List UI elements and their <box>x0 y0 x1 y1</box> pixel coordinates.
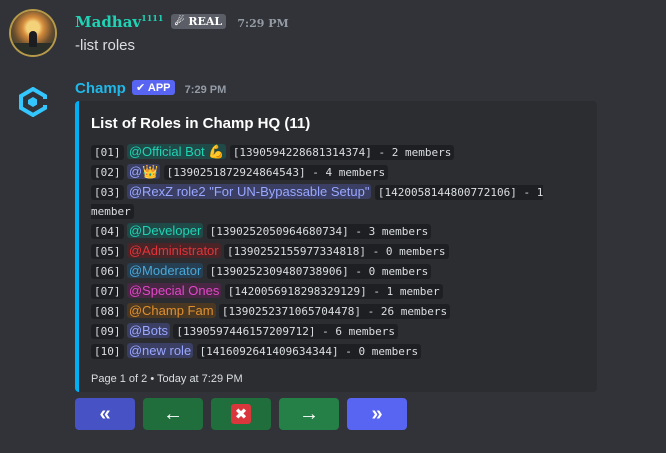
role-row: [03] @RexZ role2 "For UN-Bypassable Setu… <box>91 182 585 221</box>
close-icon: ✖ <box>231 404 251 424</box>
role-id-count: [1390594228681314374] - 2 members <box>229 145 455 160</box>
role-index: [07] <box>91 284 124 299</box>
message-text: -list roles <box>75 37 136 54</box>
role-row: [05] @Administrator [1390252155977334818… <box>91 241 585 261</box>
role-row: [10] @new role [1416092641409634344] - 0… <box>91 341 585 361</box>
role-index: [05] <box>91 244 124 259</box>
role-mention[interactable]: @Administrator <box>126 243 221 258</box>
real-badge: ☄ REAL <box>170 14 227 29</box>
role-id-count: [1390252371065704478] - 26 members <box>218 304 451 319</box>
role-index: [09] <box>91 324 124 339</box>
role-id-count: [1390252050964680734] - 3 members <box>206 224 432 239</box>
role-index: [10] <box>91 344 124 359</box>
role-id-count: [1390252155977334818] - 0 members <box>223 244 449 259</box>
role-mention[interactable]: @Official Bot 💪 <box>126 144 227 159</box>
role-mention[interactable]: @RexZ role2 "For UN-Bypassable Setup" <box>126 184 372 199</box>
username-text[interactable]: Madhav <box>75 13 141 31</box>
role-mention[interactable]: @Bots <box>126 323 171 338</box>
role-id-count: [1390252309480738906] - 0 members <box>206 264 432 279</box>
close-button[interactable]: ✖ <box>211 398 271 430</box>
bot-avatar[interactable] <box>11 80 55 124</box>
username[interactable]: Madhav1111 ☄ REAL 7:29 PM <box>75 13 289 31</box>
app-badge: ✔ APP <box>132 80 175 95</box>
timestamp: 7:29 PM <box>237 17 289 30</box>
prev-page-button[interactable]: ← <box>143 398 203 430</box>
pagination-buttons: «← ✖ →» <box>75 398 407 430</box>
role-index: [03] <box>91 185 124 200</box>
embed-title: List of Roles in Champ HQ (11) <box>91 115 311 132</box>
bot-username[interactable]: Champ ✔ APP 7:29 PM <box>75 80 226 97</box>
role-row: [07] @Special Ones [1420056918298329129]… <box>91 281 585 301</box>
role-index: [08] <box>91 304 124 319</box>
bot-username-text[interactable]: Champ <box>75 80 126 97</box>
role-mention[interactable]: @👑 <box>126 164 161 179</box>
first-page-button[interactable]: « <box>75 398 135 430</box>
role-row: [04] @Developer [1390252050964680734] - … <box>91 221 585 241</box>
role-id-count: [1416092641409634344] - 0 members <box>196 344 422 359</box>
role-index: [04] <box>91 224 124 239</box>
timestamp: 7:29 PM <box>184 84 227 96</box>
champ-logo-icon <box>19 87 47 117</box>
role-index: [01] <box>91 145 124 160</box>
role-row: [06] @Moderator [1390252309480738906] - … <box>91 261 585 281</box>
user-avatar[interactable] <box>11 11 55 55</box>
role-id-count: [1420056918298329129] - 1 member <box>224 284 443 299</box>
role-mention[interactable]: @Moderator <box>126 263 204 278</box>
role-id-count: [1390597446157209712] - 6 members <box>173 324 398 339</box>
role-mention[interactable]: @Special Ones <box>126 283 222 298</box>
embed-footer: Page 1 of 2 • Today at 7:29 PM <box>91 373 243 385</box>
roles-embed: List of Roles in Champ HQ (11) [01] @Off… <box>75 101 597 392</box>
role-row: [01] @Official Bot 💪 [139059422868131437… <box>91 142 585 162</box>
role-row: [09] @Bots [1390597446157209712] - 6 mem… <box>91 321 585 341</box>
role-id-count: [1390251872924864543] - 4 members <box>163 165 389 180</box>
role-row: [02] @👑 [1390251872924864543] - 4 member… <box>91 162 585 182</box>
role-index: [06] <box>91 264 124 279</box>
role-list: [01] @Official Bot 💪 [139059422868131437… <box>91 142 585 361</box>
role-mention[interactable]: @new role <box>126 343 194 358</box>
username-sup: 1111 <box>141 13 164 23</box>
role-mention[interactable]: @Developer <box>126 223 204 238</box>
role-row: [08] @Champ Fam [1390252371065704478] - … <box>91 301 585 321</box>
role-mention[interactable]: @Champ Fam <box>126 303 216 318</box>
last-page-button[interactable]: » <box>347 398 407 430</box>
role-index: [02] <box>91 165 124 180</box>
next-page-button[interactable]: → <box>279 398 339 430</box>
